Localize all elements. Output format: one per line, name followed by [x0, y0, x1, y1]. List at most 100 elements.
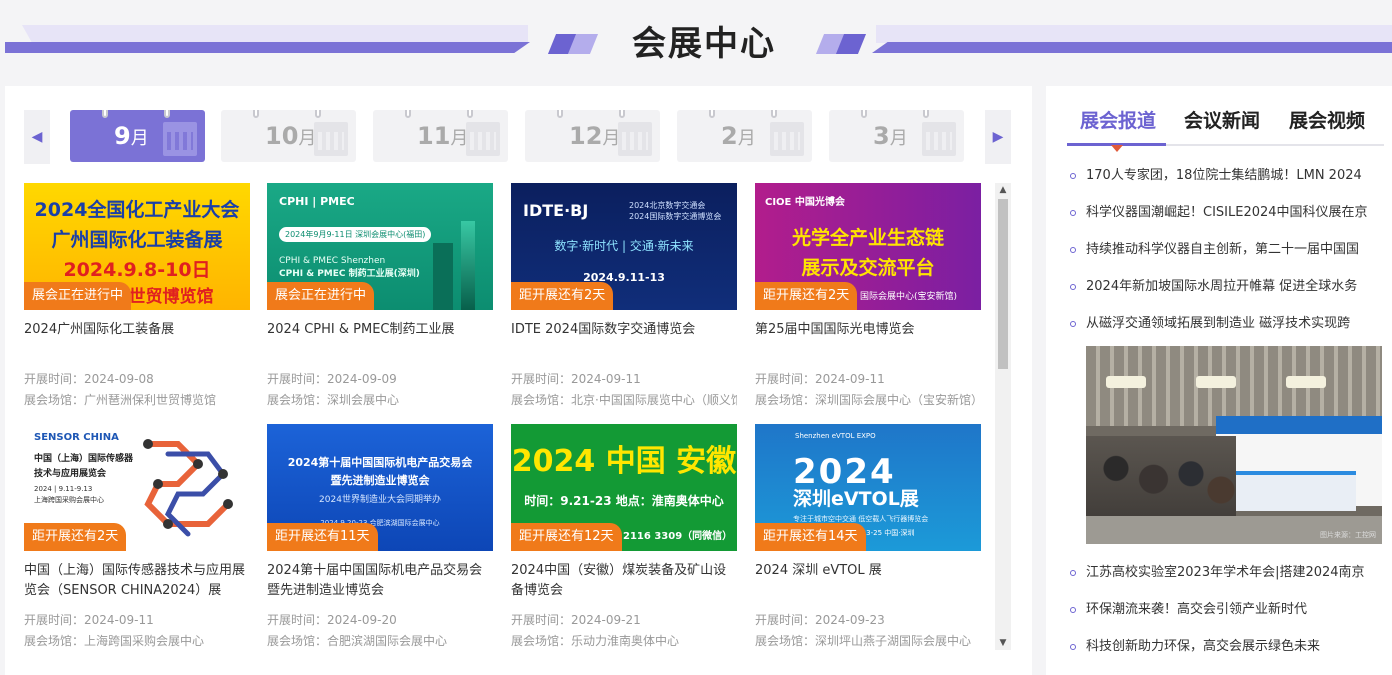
bullet-icon	[1070, 607, 1076, 613]
sensor-chain-graphic	[143, 439, 233, 537]
prev-month-button[interactable]: ◀	[24, 110, 50, 164]
exhibition-venue: 展会场馆：深圳国际会展中心（宝安新馆）	[755, 393, 981, 407]
calendar-ring-icon	[253, 110, 259, 118]
exhibition-title[interactable]: 2024第十届中国国际机电产品交易会暨先进制造业博览会	[267, 561, 493, 601]
news-item[interactable]: 江苏高校实验室2023年学术年会|搭建2024南京	[1070, 563, 1392, 583]
exhibition-card[interactable]: SENSOR CHINA 中国（上海）国际传感器 技术与应用展览会 2024 |…	[24, 424, 250, 659]
next-month-button[interactable]: ▶	[985, 110, 1011, 164]
exhibition-card[interactable]: IDTE·BJ 2024北京数字交通会 2024国际数字交通博览会 数字·新时代…	[511, 183, 737, 418]
month-label: 9月	[114, 122, 149, 150]
calendar-ring-icon	[467, 110, 473, 118]
exhibition-card[interactable]: CIOE 中国光博会 光学全产业生态链 展示及交流平台 国际会展中心(宝安新馆)…	[755, 183, 981, 418]
bullet-icon	[1070, 210, 1076, 216]
exhibition-title[interactable]: 2024中国（安徽）煤炭装备及矿山设备博览会	[511, 561, 737, 601]
news-item[interactable]: 170人专家团，18位院士集结鹏城！LMN 2024	[1070, 166, 1392, 186]
news-item[interactable]: 环保潮流来袭！高交会引领产业新时代	[1070, 600, 1392, 620]
poster-text: 2024.9.8-10日	[63, 259, 211, 281]
status-badge: 距开展还有2天	[511, 282, 614, 310]
news-item[interactable]: 科技创新助力环保，高交会展示绿色未来	[1070, 637, 1392, 657]
poster-text: 广州国际化工装备展	[51, 229, 223, 251]
poster-text: 展示及交流平台	[801, 257, 935, 279]
month-tab-3[interactable]: 3月	[829, 110, 964, 162]
news-link[interactable]: 170人专家团，18位院士集结鹏城！LMN 2024	[1086, 166, 1386, 186]
month-tab-2[interactable]: 2月	[677, 110, 812, 162]
header-band-right	[876, 25, 1392, 43]
calendar-icon	[770, 122, 804, 156]
month-tab-11[interactable]: 11月	[373, 110, 508, 162]
scroll-up-icon[interactable]: ▲	[995, 183, 1011, 197]
bullet-icon	[1070, 570, 1076, 576]
poster-text: 2024世界制造业大会同期举办	[319, 495, 441, 505]
exhibition-poster[interactable]: 2024第十届中国国际机电产品交易会 暨先进制造业博览会 2024世界制造业大会…	[267, 424, 493, 551]
month-tab-10[interactable]: 10月	[221, 110, 356, 162]
header-bar-right	[872, 42, 1392, 53]
ceiling-light	[1286, 376, 1326, 388]
poster-text: 中国（上海）国际传感器 技术与应用展览会	[34, 454, 134, 479]
exhibition-title[interactable]: 2024广州国际化工装备展	[24, 320, 250, 340]
news-item[interactable]: 2024年新加坡国际水周拉开帷幕 促进全球水务	[1070, 277, 1392, 297]
exhibition-date: 开展时间：2024-09-23	[755, 613, 885, 627]
news-link[interactable]: 持续推动科学仪器自主创新，第二十一届中国国	[1086, 240, 1386, 260]
exhibition-grid: 2024全国化工产业大会 广州国际化工装备展 2024.9.8-10日 广州保利…	[24, 183, 984, 665]
exhibition-venue: 展会场馆：广州琶洲保利世贸博览馆	[24, 393, 217, 407]
exhibition-date: 开展时间：2024-09-21	[511, 613, 641, 627]
tab-exhibition-videos[interactable]: 展会视频	[1289, 106, 1365, 133]
month-label: 2月	[721, 122, 756, 150]
exhibition-card[interactable]: 2024第十届中国国际机电产品交易会 暨先进制造业博览会 2024世界制造业大会…	[267, 424, 493, 659]
scroll-down-icon[interactable]: ▼	[995, 636, 1011, 650]
news-item[interactable]: 持续推动科学仪器自主创新，第二十一届中国国	[1070, 240, 1392, 260]
month-tab-12[interactable]: 12月	[525, 110, 660, 162]
ceiling-light	[1106, 376, 1146, 388]
news-tabs: 展会报道 会议新闻 展会视频	[1067, 106, 1384, 152]
exhibition-poster[interactable]: SENSOR CHINA 中国（上海）国际传感器 技术与应用展览会 2024 |…	[24, 424, 250, 551]
poster-logo: IDTE·BJ	[523, 201, 589, 220]
month-tab-9[interactable]: 9月	[70, 110, 205, 162]
exhibition-card[interactable]: 2024全国化工产业大会 广州国际化工装备展 2024.9.8-10日 广州保利…	[24, 183, 250, 418]
exhibition-venue: 展会场馆：上海跨国采购会展中心	[24, 634, 205, 648]
month-tabs: 9月 10月 11月 12月 2月 3月	[70, 110, 970, 164]
poster-logo: CIOE 中国光博会	[765, 197, 845, 208]
news-link[interactable]: 2024年新加坡国际水周拉开帷幕 促进全球水务	[1086, 277, 1386, 297]
exhibition-date: 开展时间：2024-09-08	[24, 372, 154, 386]
poster-text: 2024年9月9-11日 深圳会展中心(福田)	[279, 227, 432, 242]
vertical-scrollbar[interactable]: ▲ ▼	[995, 183, 1011, 650]
tab-exhibition-reports[interactable]: 展会报道	[1080, 106, 1156, 133]
exhibition-card[interactable]: Shenzhen eVTOL EXPO 2024 深圳eVTOL展 专注于城市空…	[755, 424, 981, 659]
tab-conference-news[interactable]: 会议新闻	[1184, 106, 1260, 133]
poster-text: 国际会展中心(宝安新馆)	[860, 292, 958, 302]
news-link[interactable]: 从磁浮交通领域拓展到制造业 磁浮技术实现跨	[1086, 314, 1386, 334]
exhibition-poster[interactable]: IDTE·BJ 2024北京数字交通会 2024国际数字交通博览会 数字·新时代…	[511, 183, 737, 310]
calendar-ring-icon	[102, 110, 108, 118]
news-item[interactable]: 科学仪器国潮崛起！CISILE2024中国科仪展在京	[1070, 203, 1392, 223]
exhibition-poster[interactable]: 2024 中国 安徽 时间：9.21-23 地点：淮南奥体中心 2116 330…	[511, 424, 737, 551]
news-photo[interactable]: 图片来源：工控网	[1086, 346, 1382, 544]
news-item[interactable]: 从磁浮交通领域拓展到制造业 磁浮技术实现跨	[1070, 314, 1392, 334]
news-link[interactable]: 科学仪器国潮崛起！CISILE2024中国科仪展在京	[1086, 203, 1386, 223]
exhibition-title[interactable]: IDTE 2024国际数字交通博览会	[511, 320, 737, 340]
news-link[interactable]: 环保潮流来袭！高交会引领产业新时代	[1086, 600, 1386, 620]
scrollbar-thumb[interactable]	[998, 199, 1008, 369]
exhibition-poster[interactable]: Shenzhen eVTOL EXPO 2024 深圳eVTOL展 专注于城市空…	[755, 424, 981, 551]
exhibition-poster[interactable]: 2024全国化工产业大会 广州国际化工装备展 2024.9.8-10日 广州保利…	[24, 183, 250, 310]
poster-text: 深圳eVTOL展	[793, 488, 919, 510]
status-badge: 距开展还有2天	[24, 523, 127, 551]
exhibition-title[interactable]: 2024 CPHI & PMEC制药工业展	[267, 320, 493, 340]
exhibition-title[interactable]: 第25届中国国际光电博览会	[755, 320, 981, 340]
page-title: 会展中心	[632, 24, 776, 64]
exhibition-poster[interactable]: CIOE 中国光博会 光学全产业生态链 展示及交流平台 国际会展中心(宝安新馆)…	[755, 183, 981, 310]
exhibition-title[interactable]: 中国（上海）国际传感器技术与应用展览会（SENSOR CHINA2024）展	[24, 561, 250, 601]
exhibition-card[interactable]: CPHI | PMEC 2024年9月9-11日 深圳会展中心(福田) CPHI…	[267, 183, 493, 418]
exhibition-card[interactable]: 2024 中国 安徽 时间：9.21-23 地点：淮南奥体中心 2116 330…	[511, 424, 737, 659]
status-badge: 展会正在进行中	[267, 282, 375, 310]
exhibition-venue: 展会场馆：深圳坪山燕子湖国际会展中心	[755, 634, 972, 648]
bullet-icon	[1070, 284, 1076, 290]
news-link[interactable]: 江苏高校实验室2023年学术年会|搭建2024南京	[1086, 563, 1386, 583]
exhibition-date: 开展时间：2024-09-11	[755, 372, 885, 386]
calendar-icon	[163, 122, 197, 156]
exhibition-date: 开展时间：2024-09-11	[24, 613, 154, 627]
news-link[interactable]: 科技创新助力环保，高交会展示绿色未来	[1086, 637, 1386, 657]
exhibition-venue: 展会场馆：深圳会展中心	[267, 393, 400, 407]
exhibition-poster[interactable]: CPHI | PMEC 2024年9月9-11日 深圳会展中心(福田) CPHI…	[267, 183, 493, 310]
exhibition-title[interactable]: 2024 深圳 eVTOL 展	[755, 561, 981, 581]
calendar-ring-icon	[315, 110, 321, 118]
